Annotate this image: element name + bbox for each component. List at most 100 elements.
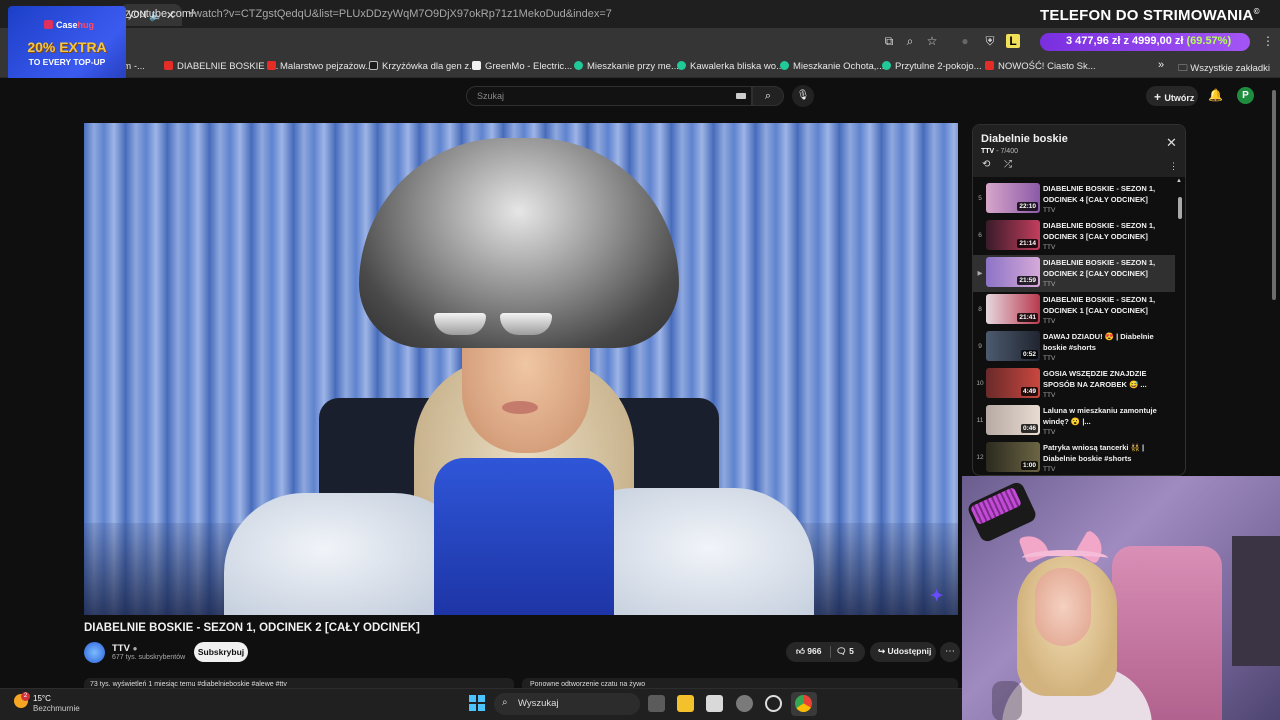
like-divider [830,646,831,658]
video-player[interactable]: ✦ [84,123,958,615]
windows-start-icon[interactable] [469,695,485,711]
weather-temperature[interactable]: 15°C [33,694,51,703]
bookmark-star-icon[interactable]: ☆ [925,34,939,48]
voice-search-button[interactable]: 🎙 [792,85,814,107]
bookmark-item[interactable]: Kawalerka bliska wo... [677,61,784,72]
obs-icon[interactable] [765,695,782,712]
bookmark-item[interactable]: Przytulne 2-pokojo... [882,61,982,72]
playlist-item[interactable]: 12 1:00 Patryka wniosą tancerki 👯 | Diab… [973,440,1175,475]
playlist-menu-icon[interactable]: ⋮ [1169,161,1178,172]
playlist-item[interactable]: 11 0:46 Laluna w mieszkaniu zamontuje wi… [973,403,1175,440]
webcam-streamer-arm [992,681,1022,720]
otodom-icon [677,61,686,70]
ad-subline: TO EVERY TOP-UP [28,57,106,67]
zoom-icon[interactable]: ⌕ [903,34,917,48]
channel-watermark-icon[interactable]: ✦ [930,586,950,606]
task-view-icon[interactable] [648,695,665,712]
mic-icon: 🎙 [796,90,810,101]
create-button[interactable]: + Utwórz [1146,86,1198,106]
channel-avatar[interactable] [84,642,105,663]
playlist-item-current[interactable]: ▶ 21:59 DIABELNIE BOSKIE - SEZON 1, ODCI… [973,255,1175,292]
file-explorer-icon[interactable] [677,695,694,712]
donation-goal-bar: 3 477,96 zł z 4999,00 zł (69.57%) [1040,33,1250,51]
chrome-icon[interactable] [795,695,812,712]
extension-l-icon[interactable]: L [1006,34,1020,48]
install-app-icon[interactable]: ⧉ [882,34,896,48]
playlist-item-channel: TTV [1043,281,1056,288]
dislike-button[interactable]: 🗨︎ 5 [836,646,854,657]
playlist-item-duration: 21:41 [1017,313,1038,322]
browser-menu-icon[interactable]: ⋮ [1261,34,1275,48]
store-icon[interactable] [706,695,723,712]
bookmark-item[interactable]: DIABELNIE BOSKIE -... [164,61,278,72]
otodom-icon [780,61,789,70]
playlist-panel: Diabelnie boskie TTV - 7/400 ✕ ⟲ ⤮ ⋮ ▲ 5… [972,124,1186,476]
verified-icon: ● [132,644,138,653]
playlist-item-channel: TTV [1043,318,1056,325]
close-icon[interactable]: ✕ [1166,135,1177,151]
playlist-item-channel: TTV [1043,355,1056,362]
playlist-item-index: 6 [978,232,982,239]
playlist-item-title: Patryka wniosą tancerki 👯 | Diabelnie bo… [1043,443,1145,463]
playlist-item-title: Laluna w mieszkaniu zamontuje windę? 😮 |… [1043,406,1157,426]
playlist-scrollbar[interactable] [1178,197,1182,219]
playlist-item-title: DIABELNIE BOSKIE - SEZON 1, ODCINEK 1 [C… [1043,295,1156,315]
settings-gear-icon[interactable] [736,695,753,712]
url-text[interactable]: youtube.com/watch?v=CTZgstQedqU&list=PLU… [128,8,612,20]
scroll-up-icon[interactable]: ▲ [1176,178,1182,184]
notifications-bell-icon[interactable]: 🔔 [1208,88,1223,102]
otodom-icon [574,61,583,70]
playlist-item[interactable]: 5 22:10 DIABELNIE BOSKIE - SEZON 1, ODCI… [973,181,1175,218]
all-bookmarks-button[interactable]: 🗀 Wszystkie zakładki [1178,61,1270,77]
keyboard-icon[interactable] [736,93,746,99]
youtube-icon [164,61,173,70]
bookmark-item[interactable]: Krzyżówka dla gen z... [369,61,477,72]
bookmark-item[interactable]: Mieszkanie przy me... [574,61,679,72]
playlist-item-index: 8 [978,306,982,313]
playlist-item-duration: 22:10 [1017,202,1038,211]
taskbar-search-input[interactable]: Wyszukaj [494,693,640,715]
bookmarks-bar: um -... DIABELNIE BOSKIE -... Malarstwo … [0,56,1280,78]
subscribe-button[interactable]: Subskrybuj [194,642,248,662]
playlist-item-thumbnail: 21:59 [986,257,1040,287]
playlist-item-thumbnail: 4:49 [986,368,1040,398]
now-playing-icon: ▶ [977,270,983,277]
playlist-item-index: 12 [976,454,984,461]
playlist-item[interactable]: 10 4:49 GOSIA WSZĘDZIE ZNAJDZIE SPOSÓB N… [973,366,1175,403]
extension-shield-icon[interactable]: ⛨ [983,34,997,48]
playlist-item-thumbnail: 0:46 [986,405,1040,435]
shuffle-icon[interactable]: ⤮ [1004,159,1012,170]
channel-subscriber-count: 677 tys. subskrybentów [112,654,186,661]
playlist-item-title: DIABELNIE BOSKIE - SEZON 1, ODCINEK 4 [C… [1043,184,1156,204]
like-button[interactable]: 👍︎ 966 [796,646,821,657]
page-scrollbar[interactable] [1272,90,1276,300]
playlist-item[interactable]: 6 21:14 DIABELNIE BOSKIE - SEZON 1, ODCI… [973,218,1175,255]
url-host: youtube.com [128,8,191,20]
playlist-item-duration: 1:00 [1020,461,1038,470]
otodom-icon [882,61,891,70]
video-title: DIABELNIE BOSKIE - SEZON 1, ODCINEK 2 [C… [84,622,420,634]
loop-icon[interactable]: ⟲ [982,159,990,170]
bookmark-item[interactable]: NOWOŚĆ! Ciasto Sk... [985,61,1096,72]
account-avatar[interactable]: P [1237,87,1254,104]
playlist-item-thumbnail: 0:52 [986,331,1040,361]
goal-percent: (69.57%) [1186,35,1232,47]
playlist-item[interactable]: 9 0:52 DAWAJ DZIADU! 😍 | Diabelnie boski… [973,329,1175,366]
playlist-item-channel: TTV [1043,466,1056,473]
playlist-subtitle: TTV - 7/400 [981,148,1018,155]
bookmark-item[interactable]: Mieszkanie Ochota,... [780,61,884,72]
share-button[interactable]: ↪ Udostępnij [870,642,936,662]
more-actions-button[interactable]: ⋯ [940,642,960,662]
extension-icon[interactable]: ● [958,34,972,48]
weather-description[interactable]: Bezchmurnie [33,704,80,713]
bookmark-item[interactable]: GreenMo - Electric... [472,61,572,72]
channel-name[interactable]: TTV ● [112,643,137,654]
video-scene-glasses [434,313,554,335]
search-input[interactable]: Szukaj [466,86,752,106]
playlist-item[interactable]: 8 21:41 DIABELNIE BOSKIE - SEZON 1, ODCI… [973,292,1175,329]
bookmarks-overflow-button[interactable]: » [1158,59,1164,71]
playlist-title[interactable]: Diabelnie boskie [981,133,1068,145]
bookmark-item[interactable]: Malarstwo pejzażow... [267,61,373,72]
playlist-item-duration: 21:14 [1017,239,1038,248]
search-button[interactable]: ⌕ [752,86,784,106]
